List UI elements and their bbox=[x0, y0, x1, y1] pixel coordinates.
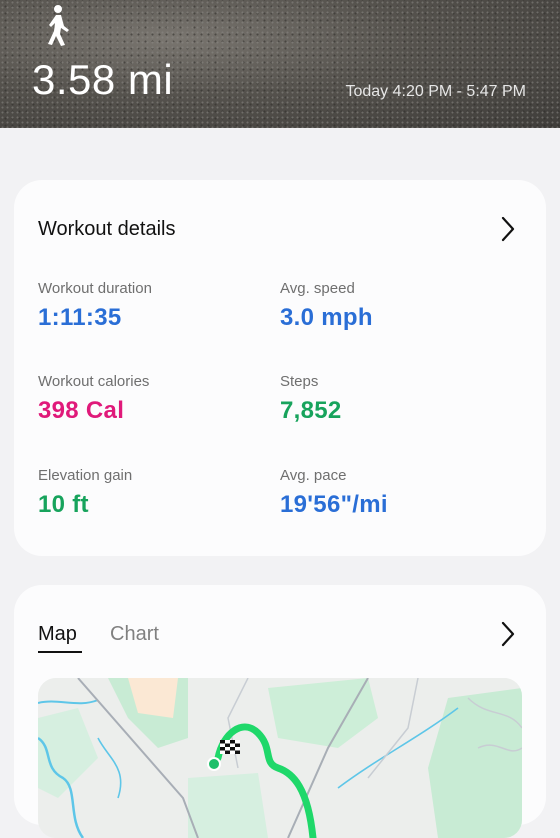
stat-value: 3.0 mph bbox=[280, 304, 373, 331]
map-card: Map Chart bbox=[14, 585, 546, 838]
total-distance: 3.58 mi bbox=[32, 56, 174, 103]
stat-value: 7,852 bbox=[280, 397, 342, 424]
stat-steps: Steps 7,852 bbox=[280, 373, 342, 425]
stat-label: Avg. speed bbox=[280, 280, 355, 297]
stat-label: Workout duration bbox=[38, 280, 152, 297]
chevron-right-icon[interactable] bbox=[500, 216, 516, 242]
stat-avg-pace: Avg. pace 19'56"/mi bbox=[280, 467, 388, 519]
workout-details-card[interactable]: Workout details Workout duration 1:11:35… bbox=[14, 180, 546, 556]
workout-time-range: Today 4:20 PM - 5:47 PM bbox=[345, 83, 526, 100]
stat-workout-calories: Workout calories 398 Cal bbox=[38, 373, 149, 425]
stat-value: 10 ft bbox=[38, 491, 89, 518]
stat-label: Avg. pace bbox=[280, 467, 347, 484]
chevron-right-icon[interactable] bbox=[500, 621, 516, 647]
stat-value: 398 Cal bbox=[38, 397, 125, 424]
stat-value: 1:11:35 bbox=[38, 304, 122, 331]
stat-label: Steps bbox=[280, 373, 319, 390]
route-map[interactable] bbox=[38, 678, 522, 838]
tab-map[interactable]: Map bbox=[38, 623, 77, 646]
workout-header: 3.58 mi Today 4:20 PM - 5:47 PM bbox=[0, 0, 560, 128]
tab-chart[interactable]: Chart bbox=[110, 623, 159, 646]
stat-elevation-gain: Elevation gain 10 ft bbox=[38, 467, 132, 519]
walking-person-icon bbox=[48, 5, 69, 46]
workout-details-title: Workout details bbox=[38, 218, 176, 240]
stat-label: Elevation gain bbox=[38, 467, 133, 484]
active-tab-indicator bbox=[38, 651, 82, 653]
map-graphic bbox=[38, 678, 522, 838]
stat-label: Workout calories bbox=[38, 373, 150, 390]
stat-workout-duration: Workout duration 1:11:35 bbox=[38, 280, 152, 332]
stat-value: 19'56"/mi bbox=[280, 491, 388, 518]
stat-avg-speed: Avg. speed 3.0 mph bbox=[280, 280, 373, 332]
